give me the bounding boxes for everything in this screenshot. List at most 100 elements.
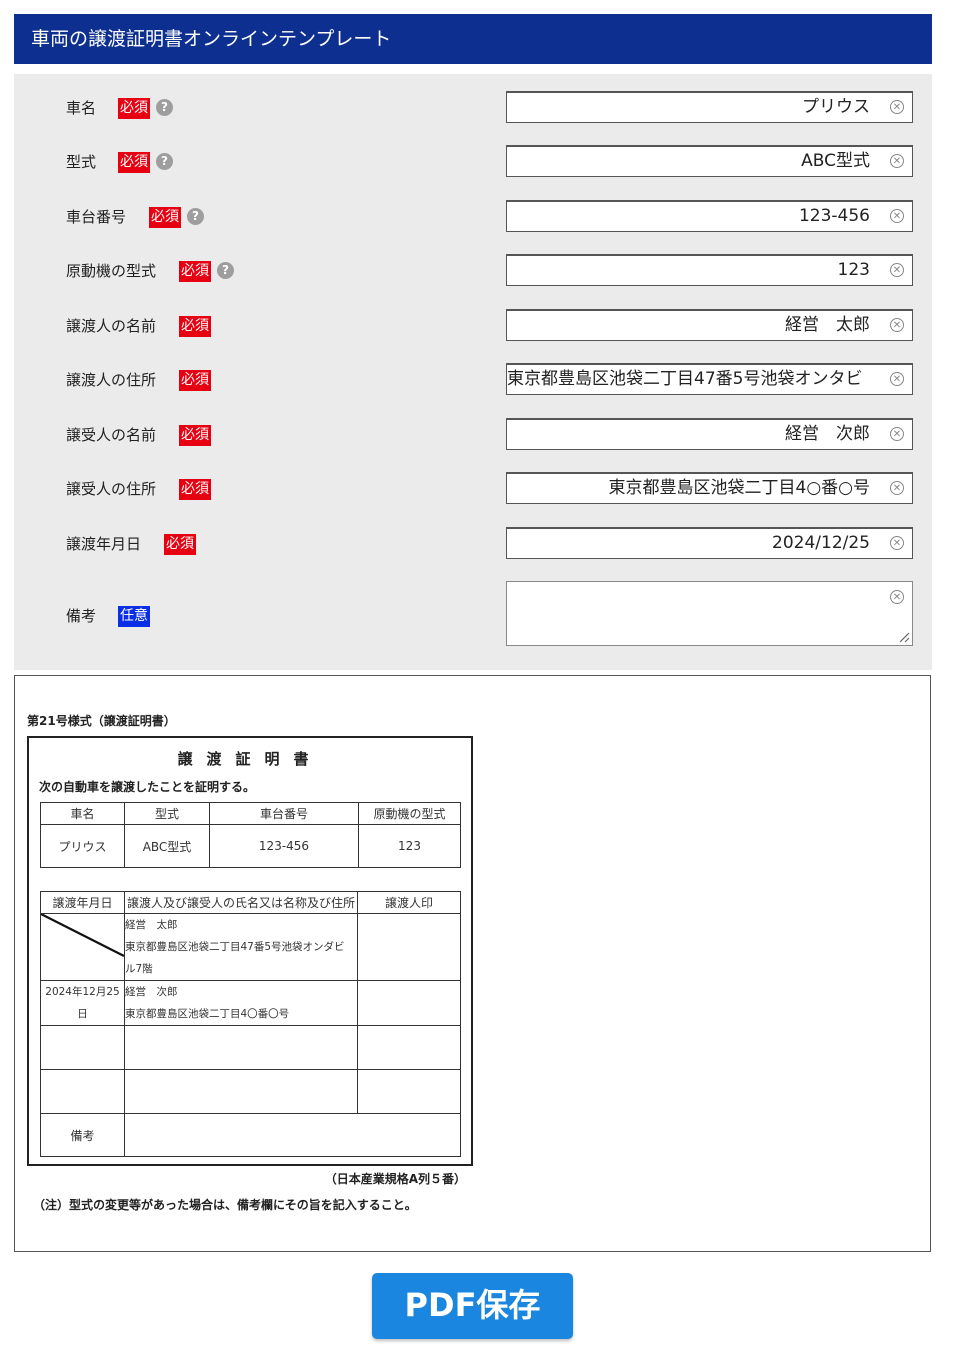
table-cell	[40, 1069, 125, 1114]
input-value: 経営 次郎	[785, 424, 870, 444]
input-value: 2024/12/25	[772, 533, 870, 553]
transferee-address: 東京都豊島区池袋二丁目4〇番〇号	[125, 1008, 290, 1020]
clear-icon[interactable]: ✕	[890, 372, 904, 386]
clear-icon[interactable]: ✕	[890, 318, 904, 332]
clear-icon[interactable]: ✕	[890, 590, 904, 604]
remarks-textarea[interactable]: ✕	[506, 581, 913, 646]
table-cell	[40, 1025, 125, 1070]
certificate-preview: 第21号様式（譲渡証明書） 譲渡証明書 次の自動車を譲渡したことを証明する。 車…	[14, 675, 931, 1252]
transferee-name-input[interactable]: 経営 次郎 ✕	[506, 418, 913, 450]
transferor-cell: 経営 太郎 東京都豊島区池袋二丁目47番5号池袋オンダビ ル7階	[124, 913, 358, 981]
table-header: 譲渡人及び譲受人の氏名又は名称及び住所	[124, 891, 358, 914]
field-label: 原動機の型式	[66, 262, 157, 280]
seal-cell	[357, 980, 461, 1026]
clear-icon[interactable]: ✕	[890, 481, 904, 495]
field-label: 車台番号	[66, 208, 127, 226]
table-header: 譲渡年月日	[40, 891, 125, 914]
transfer-date-day: 日	[77, 1008, 88, 1020]
engine-model-input[interactable]: 123 ✕	[506, 254, 913, 286]
help-icon[interactable]: ?	[187, 208, 204, 225]
table-cell	[124, 1025, 358, 1070]
table-header: 型式	[124, 802, 210, 825]
diagonal-line	[41, 914, 124, 957]
input-value: 123	[837, 260, 870, 280]
form-panel: 車名 必須 ? プリウス ✕ 型式 必須 ? ABC型式 ✕ 車台番号 必須 ?…	[14, 74, 932, 670]
optional-badge: 任意	[118, 606, 150, 627]
field-row-transferee-address: 譲受人の住所 必須 東京都豊島区池袋二丁目4○番○号 ✕	[14, 472, 932, 506]
model-input[interactable]: ABC型式 ✕	[506, 145, 913, 177]
field-row-model: 型式 必須 ? ABC型式 ✕	[14, 145, 932, 179]
certificate-title: 譲渡証明書	[177, 750, 323, 768]
table-header: 譲渡人印	[357, 891, 461, 914]
chassis-number-input[interactable]: 123-456 ✕	[506, 200, 913, 232]
input-value: 東京都豊島区池袋二丁目4○番○号	[608, 478, 870, 498]
table-cell: プリウス	[40, 824, 125, 868]
pdf-save-button[interactable]: PDF保存	[372, 1273, 573, 1339]
field-label: 譲受人の住所	[66, 480, 157, 498]
certificate-note: （注）型式の変更等があった場合は、備考欄にその旨を記入すること。	[33, 1198, 417, 1212]
required-badge: 必須	[118, 98, 150, 119]
transfer-date-input[interactable]: 2024/12/25 ✕	[506, 527, 913, 559]
transferor-address-input[interactable]: 東京都豊島区池袋二丁目47番5号池袋オンタビ ✕	[506, 363, 913, 395]
certificate-document: 譲渡証明書 次の自動車を譲渡したことを証明する。 車名 型式 車台番号 原動機の…	[27, 736, 473, 1166]
field-label: 型式	[66, 153, 97, 171]
table-cell: 123	[358, 824, 461, 868]
clear-icon[interactable]: ✕	[890, 100, 904, 114]
transfer-table: 譲渡年月日 譲渡人及び譲受人の氏名又は名称及び住所 譲渡人印 経営 太郎 東京都…	[40, 891, 461, 1157]
help-icon[interactable]: ?	[217, 262, 234, 279]
form-number: 第21号様式（譲渡証明書）	[27, 714, 176, 728]
input-value: 123-456	[798, 206, 870, 226]
table-cell: 123-456	[209, 824, 359, 868]
required-badge: 必須	[179, 370, 211, 391]
clear-icon[interactable]: ✕	[890, 209, 904, 223]
field-row-chassis-number: 車台番号 必須 ? 123-456 ✕	[14, 200, 932, 234]
field-label: 車名	[66, 99, 97, 117]
table-cell	[357, 1025, 461, 1070]
help-icon[interactable]: ?	[156, 99, 173, 116]
required-badge: 必須	[149, 207, 181, 228]
field-row-transfer-date: 譲渡年月日 必須 2024/12/25 ✕	[14, 527, 932, 561]
field-row-engine-model: 原動機の型式 必須 ? 123 ✕	[14, 254, 932, 288]
transferor-name: 経営 太郎	[125, 919, 178, 931]
transferee-name: 経営 次郎	[125, 986, 178, 998]
input-value: ABC型式	[801, 151, 870, 171]
table-header: 車名	[40, 802, 125, 825]
remarks-cell	[124, 1113, 461, 1157]
field-label: 譲渡人の名前	[66, 317, 157, 335]
transferor-name-input[interactable]: 経営 太郎 ✕	[506, 309, 913, 341]
table-cell	[357, 1069, 461, 1114]
diagonal-cell	[40, 913, 125, 981]
jis-standard: （日本産業規格A列５番）	[324, 1172, 466, 1186]
field-label: 備考	[66, 607, 97, 625]
required-badge: 必須	[179, 316, 211, 337]
transfer-date-cell: 2024年12月25 日	[40, 980, 125, 1026]
field-row-transferor-address: 譲渡人の住所 必須 東京都豊島区池袋二丁目47番5号池袋オンタビ ✕	[14, 363, 932, 397]
transferee-cell: 経営 次郎 東京都豊島区池袋二丁目4〇番〇号	[124, 980, 358, 1026]
table-cell	[124, 1069, 358, 1114]
table-header: 原動機の型式	[358, 802, 461, 825]
resize-handle-icon[interactable]	[898, 631, 910, 643]
table-cell: ABC型式	[124, 824, 210, 868]
transferor-address-cont: ル7階	[125, 963, 153, 975]
input-value: プリウス	[802, 97, 870, 117]
transferee-address-input[interactable]: 東京都豊島区池袋二丁目4○番○号 ✕	[506, 472, 913, 504]
clear-icon[interactable]: ✕	[890, 154, 904, 168]
help-icon[interactable]: ?	[156, 153, 173, 170]
field-row-transferee-name: 譲受人の名前 必須 経営 次郎 ✕	[14, 418, 932, 452]
vehicle-table: 車名 型式 車台番号 原動機の型式 プリウス ABC型式 123-456 123	[40, 802, 461, 868]
page-header: 車両の譲渡証明書オンラインテンプレート	[14, 14, 932, 64]
certificate-statement: 次の自動車を譲渡したことを証明する。	[39, 780, 256, 794]
required-badge: 必須	[164, 534, 196, 555]
car-name-input[interactable]: プリウス ✕	[506, 91, 913, 123]
clear-icon[interactable]: ✕	[890, 536, 904, 550]
clear-icon[interactable]: ✕	[890, 427, 904, 441]
input-value: 東京都豊島区池袋二丁目47番5号池袋オンタビ	[507, 369, 863, 389]
input-value: 経営 太郎	[785, 315, 870, 335]
required-badge: 必須	[179, 479, 211, 500]
table-header: 車台番号	[209, 802, 359, 825]
field-row-car-name: 車名 必須 ? プリウス ✕	[14, 91, 932, 125]
clear-icon[interactable]: ✕	[890, 263, 904, 277]
required-badge: 必須	[179, 425, 211, 446]
field-label: 譲渡年月日	[66, 535, 142, 553]
field-label: 譲渡人の住所	[66, 371, 157, 389]
